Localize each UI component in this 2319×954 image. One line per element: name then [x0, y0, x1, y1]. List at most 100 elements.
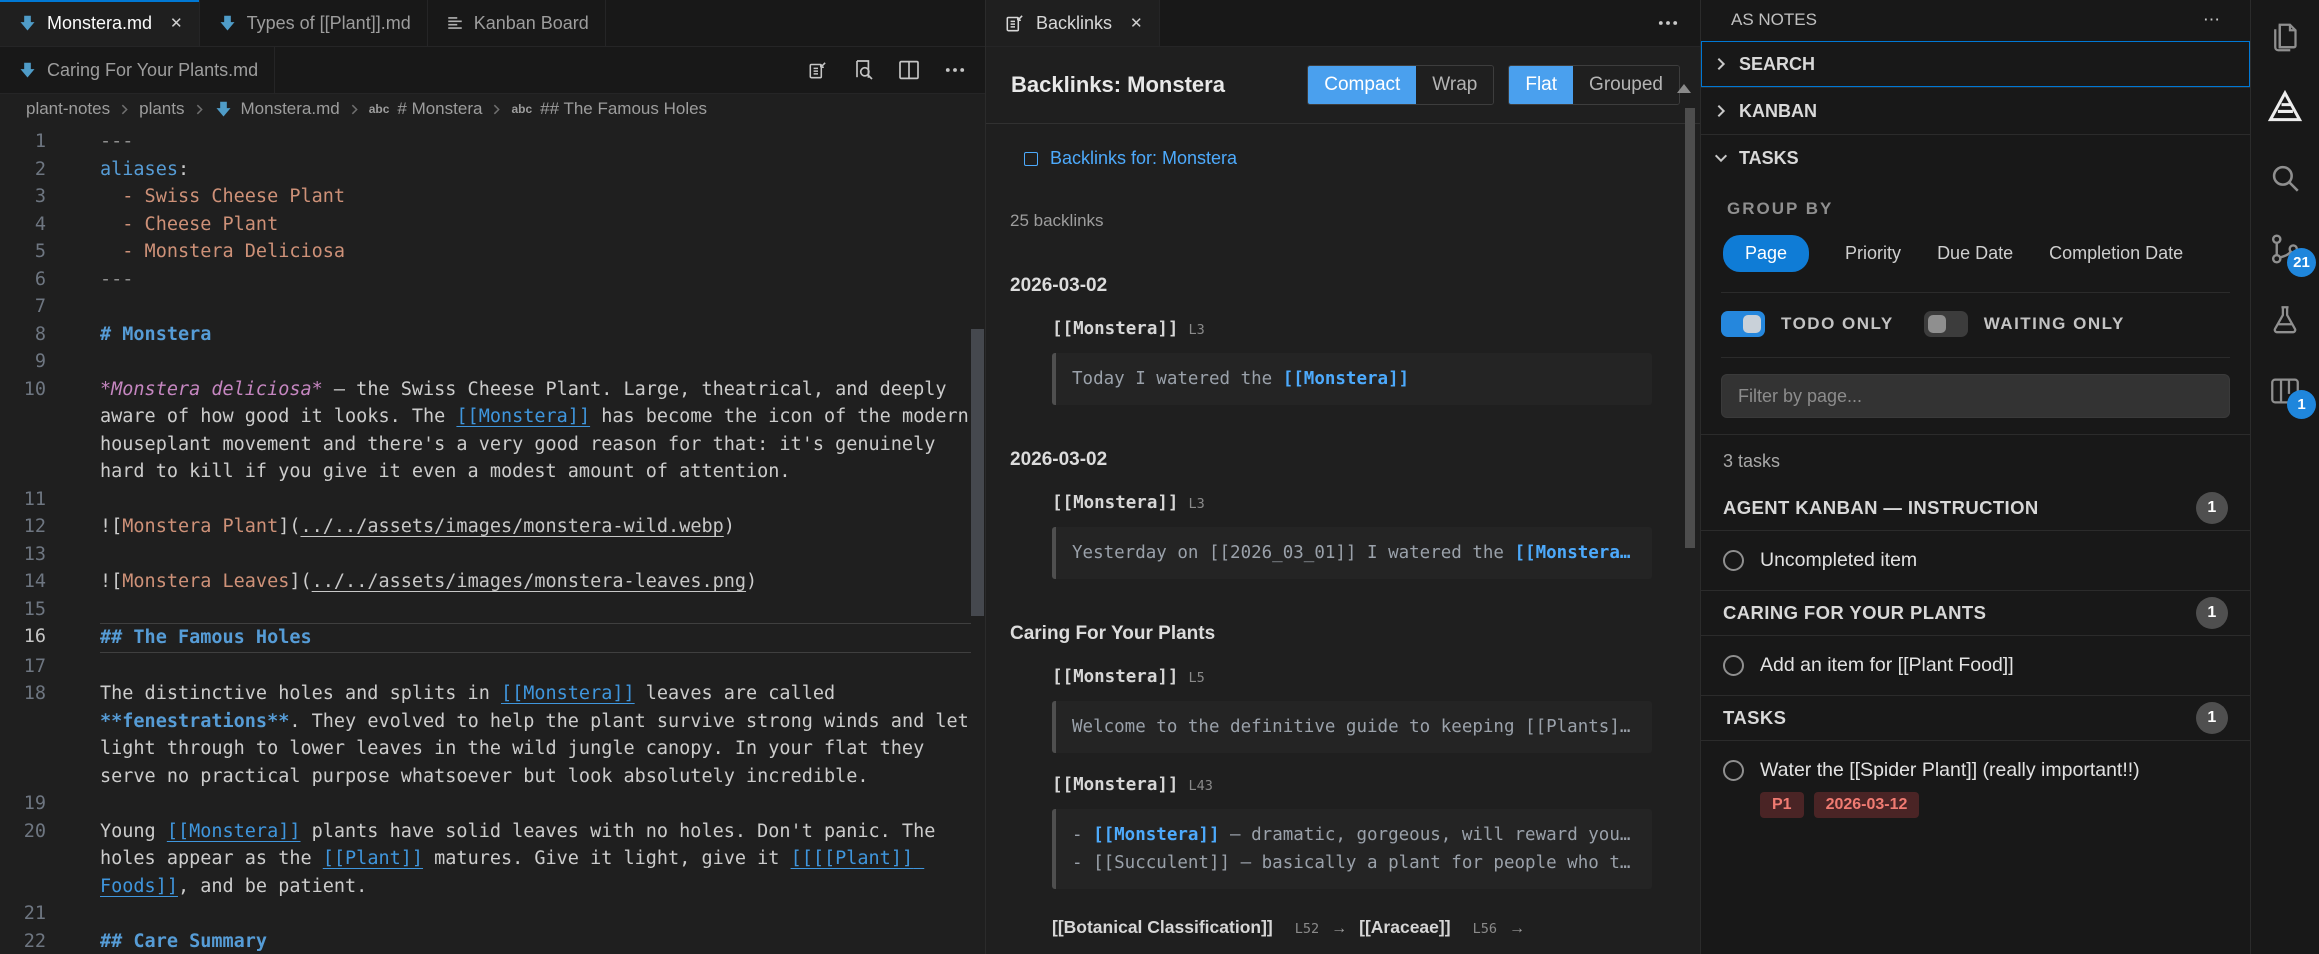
- group-by-priority[interactable]: Priority: [1845, 243, 1901, 264]
- code-line-2[interactable]: 2aliases:: [0, 156, 985, 184]
- breadcrumb: plant-notesplantsMonstera.mdabc# Monster…: [0, 94, 985, 124]
- breadcrumb-item-plant-notes[interactable]: plant-notes: [26, 99, 110, 119]
- tab-types-of-plant-md[interactable]: Types of [[Plant]].md: [200, 0, 428, 46]
- line-number: 20: [0, 818, 46, 901]
- source-control-graph-icon[interactable]: 21: [2263, 227, 2307, 271]
- toggle-grouped[interactable]: Grouped: [1573, 66, 1679, 104]
- line-number: 15: [0, 596, 46, 624]
- editor-pane: Monstera.md✕Types of [[Plant]].mdKanban …: [0, 0, 985, 954]
- tab-caring-for-your-plants-md[interactable]: Caring For Your Plants.md: [0, 47, 275, 93]
- editor-content[interactable]: 1---2aliases:3 - Swiss Cheese Plant4 - C…: [0, 124, 985, 954]
- code-line-22[interactable]: 22## Care Summary: [0, 928, 985, 954]
- scroll-up-arrow-icon[interactable]: [1677, 84, 1691, 93]
- code-line-1[interactable]: 1---: [0, 128, 985, 156]
- pages-icon[interactable]: [2263, 14, 2307, 58]
- search-icon[interactable]: [2263, 156, 2307, 200]
- backlink-quote[interactable]: Welcome to the definitive guide to keepi…: [1052, 701, 1652, 753]
- as-notes-logo[interactable]: [2263, 85, 2307, 129]
- line-number: 4: [0, 211, 46, 239]
- line-number: 6: [0, 266, 46, 294]
- section-search[interactable]: SEARCH: [1701, 40, 2250, 87]
- toggle-wrap[interactable]: Wrap: [1416, 66, 1493, 104]
- task-checkbox-icon[interactable]: [1723, 760, 1744, 781]
- more-actions-icon[interactable]: ⋯: [2203, 10, 2220, 30]
- filter-input[interactable]: [1721, 374, 2230, 418]
- backlink-item[interactable]: [[Monstera]]L5: [1052, 667, 1676, 687]
- breadcrumb-item-the-famous-holes[interactable]: ## The Famous Holes: [540, 99, 707, 119]
- kanban-icon: [446, 14, 464, 32]
- search-editor-icon[interactable]: [851, 58, 875, 82]
- chevron-right-icon: [193, 103, 206, 116]
- editor-scrollbar[interactable]: [971, 329, 984, 616]
- code-line-19[interactable]: 19: [0, 790, 985, 818]
- toggle-flat[interactable]: Flat: [1509, 66, 1573, 104]
- line-number: 7: [0, 293, 46, 321]
- code-line-20[interactable]: 20Young [[Monstera]] plants have solid l…: [0, 818, 985, 901]
- code-line-13[interactable]: 13: [0, 541, 985, 569]
- code-line-7[interactable]: 7: [0, 293, 985, 321]
- code-line-8[interactable]: 8# Monstera: [0, 321, 985, 349]
- group-by-due-date[interactable]: Due Date: [1937, 243, 2013, 264]
- more-actions-icon[interactable]: [1656, 0, 1700, 46]
- group-by-page[interactable]: Page: [1723, 235, 1809, 272]
- task-item[interactable]: Water the [[Spider Plant]] (really impor…: [1701, 741, 2250, 824]
- sidebar-title-row: AS NOTES ⋯: [1701, 0, 2250, 40]
- breadcrumb-item-monstera[interactable]: # Monstera: [397, 99, 482, 119]
- backlinks-content: Backlinks for: Monstera 25 backlinks 202…: [986, 124, 1700, 954]
- task-item[interactable]: Uncompleted item: [1701, 531, 2250, 580]
- tab-monstera-md[interactable]: Monstera.md✕: [0, 0, 200, 46]
- close-icon[interactable]: ✕: [1130, 14, 1143, 32]
- split-editor-icon[interactable]: [897, 58, 921, 82]
- group-by-completion-date[interactable]: Completion Date: [2049, 243, 2183, 264]
- toggle-waiting-only[interactable]: [1924, 311, 1968, 337]
- tab-backlinks[interactable]: Backlinks✕: [986, 0, 1160, 46]
- code-line-10[interactable]: 10*Monstera deliciosa* — the Swiss Chees…: [0, 376, 985, 486]
- close-icon[interactable]: ✕: [170, 14, 183, 32]
- wikilink[interactable]: [[Monstera]]: [501, 683, 635, 704]
- code-line-17[interactable]: 17: [0, 653, 985, 681]
- code-line-21[interactable]: 21: [0, 900, 985, 928]
- breadcrumb-item-plants[interactable]: plants: [139, 99, 184, 119]
- toggle-label-waiting-only: WAITING ONLY: [1984, 314, 2125, 334]
- line-number: 12: [0, 513, 46, 541]
- group-by-label: GROUP BY: [1727, 199, 2230, 219]
- breadcrumb-item-monstera-md[interactable]: Monstera.md: [241, 99, 340, 119]
- task-item[interactable]: Add an item for [[Plant Food]]: [1701, 636, 2250, 685]
- kanban-view-icon[interactable]: 1: [2263, 369, 2307, 413]
- code-line-3[interactable]: 3 - Swiss Cheese Plant: [0, 183, 985, 211]
- code-line-4[interactable]: 4 - Cheese Plant: [0, 211, 985, 239]
- wikilink[interactable]: [[Monstera]]: [456, 406, 590, 427]
- tab-kanban-board[interactable]: Kanban Board: [428, 0, 606, 46]
- backlink-item[interactable]: [[Monstera]]L43: [1052, 775, 1676, 795]
- sidebar: AS NOTES ⋯ SEARCHKANBANTASKS GROUP BY Pa…: [1700, 0, 2250, 954]
- code-line-11[interactable]: 11: [0, 486, 985, 514]
- task-checkbox-icon[interactable]: [1723, 655, 1744, 676]
- code-line-16[interactable]: 16## The Famous Holes: [0, 623, 985, 653]
- wikilink[interactable]: [[Plant]]: [323, 848, 423, 869]
- code-line-9[interactable]: 9: [0, 348, 985, 376]
- backlink-item[interactable]: [[Monstera]]L3: [1052, 493, 1676, 513]
- code-line-14[interactable]: 14![Monstera Leaves](../../assets/images…: [0, 568, 985, 596]
- backlink-item[interactable]: [[Monstera]]L3: [1052, 319, 1676, 339]
- backlinks-scrollbar[interactable]: [1685, 108, 1695, 548]
- code-line-12[interactable]: 12![Monstera Plant](../../assets/images/…: [0, 513, 985, 541]
- section-kanban[interactable]: KANBAN: [1701, 87, 2250, 134]
- backlink-chain[interactable]: [[Botanical Classification]]L52→[[Aracea…: [1052, 917, 1676, 938]
- more-icon[interactable]: [943, 58, 967, 82]
- code-line-18[interactable]: 18The distinctive holes and splits in [[…: [0, 680, 985, 790]
- toggle-compact[interactable]: Compact: [1308, 66, 1416, 104]
- code-line-6[interactable]: 6---: [0, 266, 985, 294]
- code-line-15[interactable]: 15: [0, 596, 985, 624]
- code-line-5[interactable]: 5 - Monstera Deliciosa: [0, 238, 985, 266]
- wikilink[interactable]: [[Monstera]]: [167, 821, 301, 842]
- backlink-quote[interactable]: Yesterday on [[2026_03_01]] I watered th…: [1052, 527, 1652, 579]
- backlinks-icon[interactable]: [807, 59, 829, 81]
- backlink-quote[interactable]: Today I watered the [[Monstera]]: [1052, 353, 1652, 405]
- section-tasks[interactable]: TASKS: [1701, 134, 2250, 181]
- group-by-pills: Page Priority Due Date Completion Date: [1723, 235, 2230, 272]
- task-checkbox-icon[interactable]: [1723, 550, 1744, 571]
- backlinks-for-link[interactable]: Backlinks for: Monstera: [1024, 148, 1676, 169]
- toggle-todo-only[interactable]: [1721, 311, 1765, 337]
- flask-icon[interactable]: [2263, 298, 2307, 342]
- backlink-quote[interactable]: - [[Monstera]] — dramatic, gorgeous, wil…: [1052, 809, 1652, 889]
